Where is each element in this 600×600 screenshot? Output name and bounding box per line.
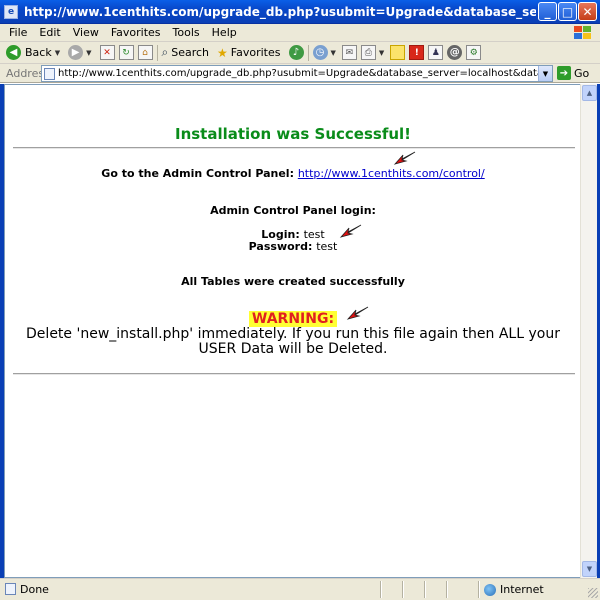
security-zone-label: Internet: [500, 583, 544, 596]
media-icon: ♪: [288, 45, 304, 60]
stop-icon: ✕: [99, 45, 115, 60]
status-divider: [446, 581, 448, 598]
status-divider: [380, 581, 382, 598]
page-icon: [44, 67, 55, 80]
toolbar-addon-button[interactable]: !: [409, 45, 425, 60]
menu-bar: File Edit View Favorites Tools Help: [0, 24, 600, 42]
history-dropdown-icon[interactable]: ▼: [331, 49, 336, 57]
red-arrow-icon: [346, 306, 369, 320]
ie-page-icon: e: [4, 4, 18, 19]
print-dropdown-icon[interactable]: ▼: [379, 49, 384, 57]
media-button[interactable]: ♪: [288, 45, 304, 60]
related-links-icon: ⚙: [466, 45, 482, 60]
title-bar: e http://www.1centhits.com/upgrade_db.ph…: [0, 0, 600, 24]
warning-heading: WARNING:: [5, 311, 581, 327]
go-arrow-icon: ➔: [557, 66, 571, 80]
research-icon: @: [447, 45, 463, 60]
minimize-button[interactable]: _: [538, 2, 557, 21]
close-button[interactable]: ✕: [578, 2, 597, 21]
search-label: Search: [171, 46, 210, 59]
vertical-scrollbar[interactable]: ▲ ▼: [580, 84, 597, 578]
password-label: Password:: [248, 240, 313, 253]
address-label: Address: [6, 66, 50, 80]
favorites-button[interactable]: ★ Favorites: [217, 46, 280, 60]
menu-favorites[interactable]: Favorites: [105, 26, 167, 39]
favorites-label: Favorites: [230, 46, 281, 59]
home-button[interactable]: ⌂: [137, 45, 153, 60]
warning-label: WARNING:: [248, 311, 338, 327]
toolbar-separator: [307, 44, 309, 61]
address-url[interactable]: http://www.1centhits.com/upgrade_db.php?…: [58, 68, 538, 79]
refresh-button[interactable]: ↻: [118, 45, 134, 60]
mail-button[interactable]: ✉: [341, 45, 357, 60]
related-button[interactable]: ⚙: [466, 45, 482, 60]
messenger-button[interactable]: ♟: [428, 45, 444, 60]
note-icon: [390, 45, 406, 60]
stop-button[interactable]: ✕: [99, 45, 115, 60]
resize-grip-icon[interactable]: [588, 588, 598, 598]
search-icon: ⌕: [161, 45, 169, 59]
mail-icon: ✉: [341, 45, 357, 60]
page-content: Installation was Successful! Go to the A…: [4, 84, 580, 578]
standard-toolbar: ◀ Back ▼ ▶ ▼ ✕ ↻ ⌂ ⌕ Search ★ Favorites …: [0, 42, 600, 64]
scroll-down-icon[interactable]: ▼: [582, 561, 597, 577]
address-bar: Address http://www.1centhits.com/upgrade…: [0, 64, 600, 83]
back-button[interactable]: ◀ Back ▼: [6, 45, 60, 60]
messenger-icon: ♟: [428, 45, 444, 60]
address-input[interactable]: http://www.1centhits.com/upgrade_db.php?…: [41, 65, 553, 82]
back-arrow-icon: ◀: [6, 45, 21, 60]
tables-message: All Tables were created successfully: [181, 275, 405, 288]
admin-panel-row: Go to the Admin Control Panel: http://ww…: [5, 167, 581, 180]
maximize-button[interactable]: □: [558, 2, 577, 21]
scroll-up-icon[interactable]: ▲: [582, 85, 597, 101]
go-button[interactable]: ➔ Go: [557, 66, 589, 80]
admin-panel-prefix: Go to the Admin Control Panel:: [101, 167, 294, 180]
password-row: Password: test: [5, 240, 581, 253]
refresh-icon: ↻: [118, 45, 134, 60]
menu-tools[interactable]: Tools: [167, 26, 206, 39]
red-arrow-icon: [339, 224, 362, 238]
history-icon: ◷: [312, 45, 328, 60]
back-label: Back: [25, 46, 52, 59]
address-dropdown-icon[interactable]: ▼: [538, 66, 552, 81]
search-button[interactable]: ⌕ Search: [162, 45, 210, 60]
favorites-star-icon: ★: [217, 45, 228, 60]
status-divider: [424, 581, 426, 598]
windows-logo-icon: [572, 25, 594, 41]
forward-arrow-icon: ▶: [68, 45, 84, 60]
history-button[interactable]: ◷ ▼: [312, 45, 336, 60]
status-bar: Done Internet: [0, 578, 600, 600]
menu-edit[interactable]: Edit: [33, 26, 66, 39]
status-text: Done: [20, 583, 49, 596]
back-dropdown-icon[interactable]: ▼: [55, 49, 60, 57]
status-divider: [402, 581, 404, 598]
internet-globe-icon: [484, 583, 496, 596]
print-button[interactable]: ⎙ ▼: [360, 45, 384, 60]
research-button[interactable]: @: [447, 45, 463, 60]
print-icon: ⎙: [360, 45, 376, 60]
page-title: Installation was Successful!: [174, 125, 411, 143]
menu-help[interactable]: Help: [206, 26, 243, 39]
note-button[interactable]: [390, 45, 406, 60]
divider: [13, 373, 575, 375]
forward-dropdown-icon[interactable]: ▼: [86, 49, 91, 57]
addon-badge-icon: !: [409, 45, 425, 60]
password-value: test: [316, 240, 338, 253]
toolbar-separator: [156, 44, 158, 61]
menu-view[interactable]: View: [67, 26, 105, 39]
status-divider: [478, 581, 480, 598]
forward-button[interactable]: ▶ ▼: [68, 45, 92, 60]
admin-panel-link[interactable]: http://www.1centhits.com/control/: [298, 167, 485, 180]
security-zone[interactable]: Internet: [484, 583, 544, 596]
page-done-icon: [5, 583, 16, 595]
menu-file[interactable]: File: [0, 26, 33, 39]
divider: [13, 147, 575, 149]
warning-text: Delete 'new_install.php' immediately. If…: [26, 326, 560, 357]
go-label: Go: [574, 66, 590, 80]
red-arrow-icon: [393, 151, 416, 165]
window-title: http://www.1centhits.com/upgrade_db.php?…: [24, 4, 536, 19]
home-icon: ⌂: [137, 45, 153, 60]
login-heading: Admin Control Panel login:: [210, 204, 376, 217]
